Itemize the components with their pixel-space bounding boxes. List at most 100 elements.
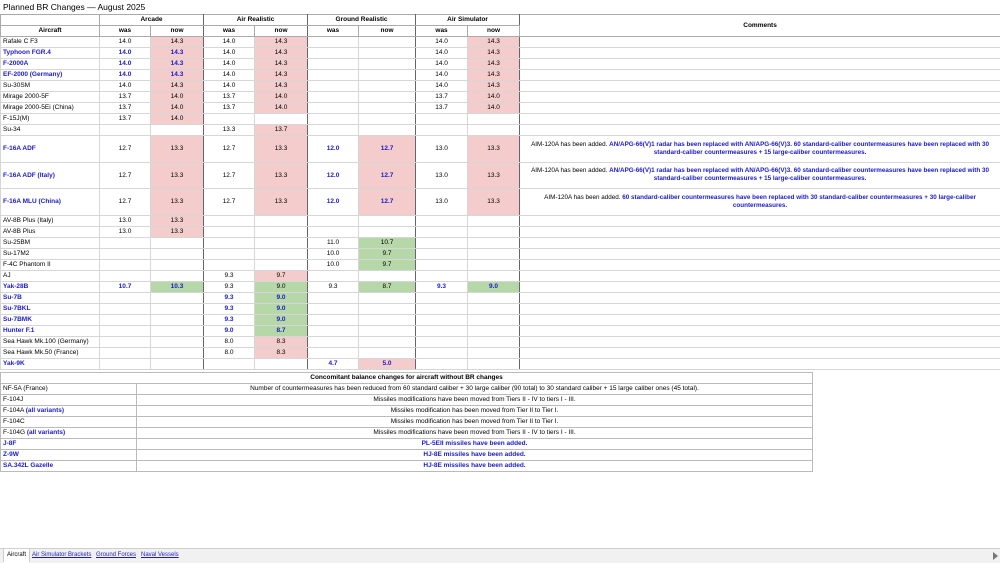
arcade-was-cell: 13.7	[100, 114, 151, 125]
arcade-was-cell	[100, 259, 151, 270]
balance-aircraft-name: J-8F	[1, 439, 137, 450]
ground-realistic-now-cell	[359, 270, 416, 281]
comment-text: AIM-120A has been added.	[531, 141, 609, 148]
balance-row: F-104A (all variants)Missiles modificati…	[1, 406, 813, 417]
balance-changes-table: Concomitant balance changes for aircraft…	[0, 372, 813, 472]
tab-ground-forces[interactable]: Ground Forces	[93, 550, 139, 561]
was-header: was	[204, 26, 255, 37]
mode-header-arcade: Arcade	[100, 15, 204, 26]
air-simulator-was-cell	[416, 270, 468, 281]
air-realistic-now-cell: 13.3	[255, 189, 308, 216]
ground-realistic-was-cell	[308, 226, 359, 237]
air-simulator-was-cell: 13.0	[416, 162, 468, 189]
tab-air-simulator-brackets[interactable]: Air Simulator Brackets	[29, 550, 94, 561]
aircraft-name: Mirage 2000-5Ei (China)	[1, 103, 100, 114]
tab-aircraft[interactable]: Aircraft	[3, 549, 30, 563]
air-realistic-now-cell: 14.3	[255, 70, 308, 81]
ground-realistic-now-cell	[359, 81, 416, 92]
ground-realistic-now-cell: 12.7	[359, 189, 416, 216]
air-simulator-was-cell	[416, 248, 468, 259]
aircraft-row: AV-8B Plus (Italy)13.013.3	[1, 215, 1000, 226]
air-realistic-was-cell: 8.0	[204, 336, 255, 347]
ground-realistic-was-cell: 10.0	[308, 248, 359, 259]
arcade-was-cell	[100, 358, 151, 369]
ground-realistic-now-cell	[359, 303, 416, 314]
arcade-now-cell	[151, 358, 204, 369]
ground-realistic-now-cell: 12.7	[359, 162, 416, 189]
air-simulator-was-cell: 9.3	[416, 281, 468, 292]
aircraft-row: Mirage 2000-5F13.714.013.714.013.714.0	[1, 92, 1000, 103]
arcade-was-cell: 14.0	[100, 37, 151, 48]
ground-realistic-was-cell	[308, 48, 359, 59]
air-realistic-now-cell: 9.7	[255, 270, 308, 281]
air-simulator-was-cell	[416, 303, 468, 314]
aircraft-name: Su-17M2	[1, 248, 100, 259]
balance-description: PL-5EII missiles have been added.	[137, 439, 813, 450]
arcade-was-cell	[100, 314, 151, 325]
arcade-now-cell: 14.3	[151, 70, 204, 81]
air-realistic-now-cell	[255, 237, 308, 248]
ground-realistic-now-cell	[359, 114, 416, 125]
air-simulator-now-cell: 9.0	[468, 281, 520, 292]
air-realistic-now-cell: 9.0	[255, 314, 308, 325]
arcade-now-cell	[151, 314, 204, 325]
arcade-now-cell	[151, 248, 204, 259]
air-simulator-was-cell	[416, 292, 468, 303]
comment-cell	[520, 314, 1000, 325]
arcade-now-cell: 13.3	[151, 226, 204, 237]
arcade-was-cell: 12.7	[100, 189, 151, 216]
comment-text: AIM-120A has been added.	[531, 167, 609, 174]
comment-highlight-text: AN/APG-66(V)1 radar has been replaced wi…	[609, 141, 989, 156]
arcade-now-cell: 10.3	[151, 281, 204, 292]
arcade-was-cell: 13.0	[100, 215, 151, 226]
aircraft-row: AJ 9.39.7	[1, 270, 1000, 281]
air-simulator-was-cell	[416, 125, 468, 136]
ground-realistic-was-cell: 9.3	[308, 281, 359, 292]
air-realistic-was-cell: 14.0	[204, 59, 255, 70]
air-simulator-now-cell	[468, 237, 520, 248]
ground-realistic-was-cell: 12.0	[308, 162, 359, 189]
air-simulator-now-cell: 14.3	[468, 37, 520, 48]
aircraft-row: F-16A ADF12.713.312.713.312.012.713.013.…	[1, 136, 1000, 163]
tab-scroll-right-icon[interactable]	[993, 552, 998, 560]
balance-description: Number of countermeasures has been reduc…	[137, 384, 813, 395]
air-realistic-now-cell: 9.0	[255, 292, 308, 303]
comment-cell	[520, 125, 1000, 136]
aircraft-name: F-16A ADF	[1, 136, 100, 163]
ground-realistic-now-cell	[359, 336, 416, 347]
comment-highlight-text: 60 standard-caliber countermeasures have…	[622, 194, 976, 209]
comments-header: Comments	[520, 15, 1000, 37]
ground-realistic-was-cell	[308, 336, 359, 347]
arcade-was-cell: 12.7	[100, 162, 151, 189]
balance-aircraft-label: J-8F	[3, 440, 16, 447]
air-simulator-was-cell	[416, 314, 468, 325]
air-realistic-was-cell: 9.0	[204, 325, 255, 336]
air-simulator-now-cell: 14.0	[468, 92, 520, 103]
air-simulator-now-cell	[468, 358, 520, 369]
arcade-now-cell	[151, 336, 204, 347]
air-realistic-was-cell: 13.7	[204, 103, 255, 114]
air-simulator-now-cell	[468, 114, 520, 125]
was-header: was	[416, 26, 468, 37]
aircraft-name: Su-7BMK	[1, 314, 100, 325]
air-simulator-was-cell	[416, 215, 468, 226]
air-simulator-was-cell	[416, 336, 468, 347]
air-realistic-now-cell	[255, 215, 308, 226]
aircraft-name: Sea Hawk Mk.50 (France)	[1, 347, 100, 358]
aircraft-name: Yak-9K	[1, 358, 100, 369]
balance-aircraft-label: SA.342L Gazelle	[3, 462, 53, 469]
air-realistic-now-cell: 8.3	[255, 347, 308, 358]
air-realistic-was-cell	[204, 114, 255, 125]
aircraft-name: Typhoon FGR.4	[1, 48, 100, 59]
ground-realistic-was-cell	[308, 92, 359, 103]
aircraft-name: F-16A MLU (China)	[1, 189, 100, 216]
air-realistic-was-cell: 14.0	[204, 37, 255, 48]
ground-realistic-was-cell: 11.0	[308, 237, 359, 248]
air-simulator-was-cell: 13.0	[416, 189, 468, 216]
air-simulator-was-cell: 14.0	[416, 37, 468, 48]
page-title: Planned BR Changes — August 2025	[3, 2, 145, 13]
ground-realistic-now-cell	[359, 103, 416, 114]
air-realistic-was-cell: 13.7	[204, 92, 255, 103]
tab-naval-vessels[interactable]: Naval Vessels	[138, 550, 182, 561]
balance-aircraft-name: F-104C	[1, 417, 137, 428]
